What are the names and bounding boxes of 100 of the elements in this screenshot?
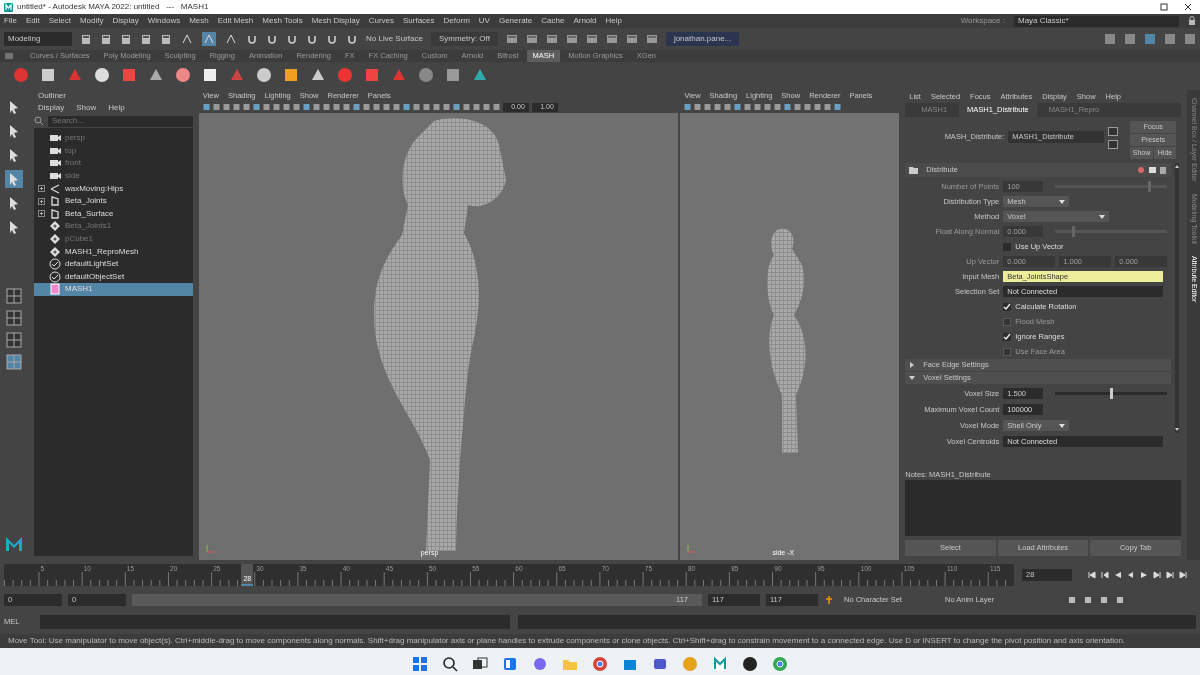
shelf-tool-icon[interactable] xyxy=(39,66,57,84)
menu-item[interactable]: Generate xyxy=(498,15,533,27)
menu-item[interactable]: Mesh xyxy=(189,15,209,27)
checkbox[interactable] xyxy=(1003,242,1012,251)
render-tool-icon[interactable] xyxy=(545,33,558,45)
playback-control-icon[interactable] xyxy=(1088,571,1096,579)
menu-item[interactable]: Mesh Display xyxy=(311,15,360,27)
file-tool-icon[interactable] xyxy=(100,33,112,45)
menu-item[interactable]: Edit Mesh xyxy=(217,15,254,27)
render-tool-icon[interactable] xyxy=(525,33,538,45)
outliner-row[interactable]: defaultObjectSet xyxy=(33,270,193,284)
panel-layout-icon[interactable] xyxy=(6,288,22,304)
menu-item[interactable]: Mesh Tools xyxy=(262,15,303,27)
select-mode-icon[interactable] xyxy=(224,32,238,46)
magnet-icon[interactable] xyxy=(346,33,358,45)
playback-control-icon[interactable] xyxy=(1153,571,1161,579)
magnet-icon[interactable] xyxy=(326,33,338,45)
node-output-icon[interactable] xyxy=(1108,140,1119,149)
menu-item[interactable]: Curves xyxy=(368,15,394,27)
outliner-row[interactable]: Beta_Joints xyxy=(33,194,193,208)
checkbox[interactable] xyxy=(1003,332,1012,341)
file-tool-icon[interactable] xyxy=(140,33,152,45)
magnet-icon[interactable] xyxy=(306,33,318,45)
menu-item[interactable]: Surfaces xyxy=(403,15,435,27)
menu-item[interactable]: Display xyxy=(37,102,65,114)
user-account-dropdown[interactable]: jonathan.pane... xyxy=(665,32,740,46)
magnet-icon[interactable] xyxy=(246,33,258,45)
slider-handle[interactable] xyxy=(1109,388,1113,399)
render-tool-icon[interactable] xyxy=(505,33,518,45)
shelf-tool-icon[interactable] xyxy=(282,66,300,84)
command-input-field[interactable] xyxy=(40,615,510,629)
menu-item[interactable]: Show xyxy=(76,102,97,114)
render-tool-icon[interactable] xyxy=(585,33,598,45)
expand-icon[interactable] xyxy=(37,185,45,193)
menu-item[interactable]: Cache xyxy=(541,15,565,27)
playback-control-icon[interactable] xyxy=(1166,571,1174,579)
search-field[interactable]: Search... xyxy=(47,115,193,127)
menu-item[interactable]: Help xyxy=(108,102,125,114)
menu-item[interactable]: Arnold xyxy=(573,15,597,27)
outliner-row[interactable]: side xyxy=(33,169,193,183)
notes-field[interactable] xyxy=(905,480,1181,536)
shelf-tool-icon[interactable] xyxy=(201,66,219,84)
menu-set-dropdown[interactable]: Modeling xyxy=(4,32,72,46)
outliner-row[interactable]: defaultLightSet xyxy=(33,257,193,271)
expand-icon[interactable] xyxy=(37,210,45,218)
task-view-icon[interactable] xyxy=(472,655,488,672)
file-tool-icon[interactable] xyxy=(120,33,132,45)
checkbox[interactable] xyxy=(1003,302,1012,311)
outliner-row[interactable]: Beta_Joints1 xyxy=(33,220,193,233)
outliner-row[interactable]: persp xyxy=(33,132,193,145)
shelf-options-icon[interactable] xyxy=(4,52,14,60)
layout-toggle-icon[interactable] xyxy=(1184,33,1196,45)
layout-toggle-icon[interactable] xyxy=(1164,33,1176,45)
maya-app-icon[interactable] xyxy=(712,655,728,672)
menu-item[interactable]: Edit xyxy=(25,15,40,27)
magnet-icon[interactable] xyxy=(286,33,298,45)
close-icon[interactable] xyxy=(1184,3,1192,11)
shelf-tool-icon[interactable] xyxy=(255,66,273,84)
search-icon[interactable] xyxy=(442,655,458,672)
render-tool-icon[interactable] xyxy=(645,33,658,45)
render-tool-icon[interactable] xyxy=(625,33,638,45)
shelf-tool-icon[interactable] xyxy=(93,66,111,84)
menu-item[interactable]: Modify xyxy=(79,15,104,27)
menu-item[interactable]: Windows xyxy=(147,15,181,27)
menu-item[interactable]: Help xyxy=(605,15,622,27)
node-input-icon[interactable] xyxy=(1108,127,1119,136)
playback-control-icon[interactable] xyxy=(1101,571,1109,579)
character-set-icon[interactable] xyxy=(824,595,834,605)
file-tool-icon[interactable] xyxy=(160,33,172,45)
outliner-row[interactable]: Beta_Surface xyxy=(33,207,193,221)
menu-item[interactable]: File xyxy=(4,15,17,27)
layout-toggle-icon[interactable] xyxy=(1104,33,1116,45)
browser-icon[interactable] xyxy=(772,655,788,672)
layout-toggle-icon[interactable] xyxy=(1124,33,1136,45)
select-mode-icon[interactable] xyxy=(180,32,194,46)
layout-toggle-icon[interactable] xyxy=(1144,33,1156,45)
chat-icon[interactable] xyxy=(532,655,548,672)
widgets-icon[interactable] xyxy=(502,655,518,672)
render-tool-icon[interactable] xyxy=(605,33,618,45)
browser-icon[interactable] xyxy=(592,655,608,672)
render-tool-icon[interactable] xyxy=(565,33,578,45)
playback-control-icon[interactable] xyxy=(1179,571,1187,579)
panel-layout-icon[interactable] xyxy=(6,310,22,326)
outliner-row[interactable]: front xyxy=(33,157,193,170)
menu-item[interactable]: UV xyxy=(478,15,490,27)
outliner-row[interactable]: top xyxy=(33,144,193,158)
shelf-tool-icon[interactable] xyxy=(444,66,462,84)
outliner-row[interactable]: pCube1 xyxy=(33,232,193,246)
menu-item[interactable]: Deform xyxy=(443,15,470,27)
file-tool-icon[interactable] xyxy=(80,33,92,45)
outliner-row[interactable]: waxMoving:Hips xyxy=(33,182,193,195)
app-icon[interactable] xyxy=(742,655,758,672)
magnet-icon[interactable] xyxy=(266,33,278,45)
menu-item[interactable]: Select xyxy=(48,15,71,27)
select-mode-icon[interactable] xyxy=(202,32,216,46)
workspace-dropdown[interactable]: Maya Classic* xyxy=(1014,15,1179,27)
windows-start-icon[interactable] xyxy=(412,655,428,672)
expand-icon[interactable] xyxy=(37,197,45,205)
panel-layout-icon[interactable] xyxy=(6,332,22,348)
restore-icon[interactable] xyxy=(1160,3,1168,11)
